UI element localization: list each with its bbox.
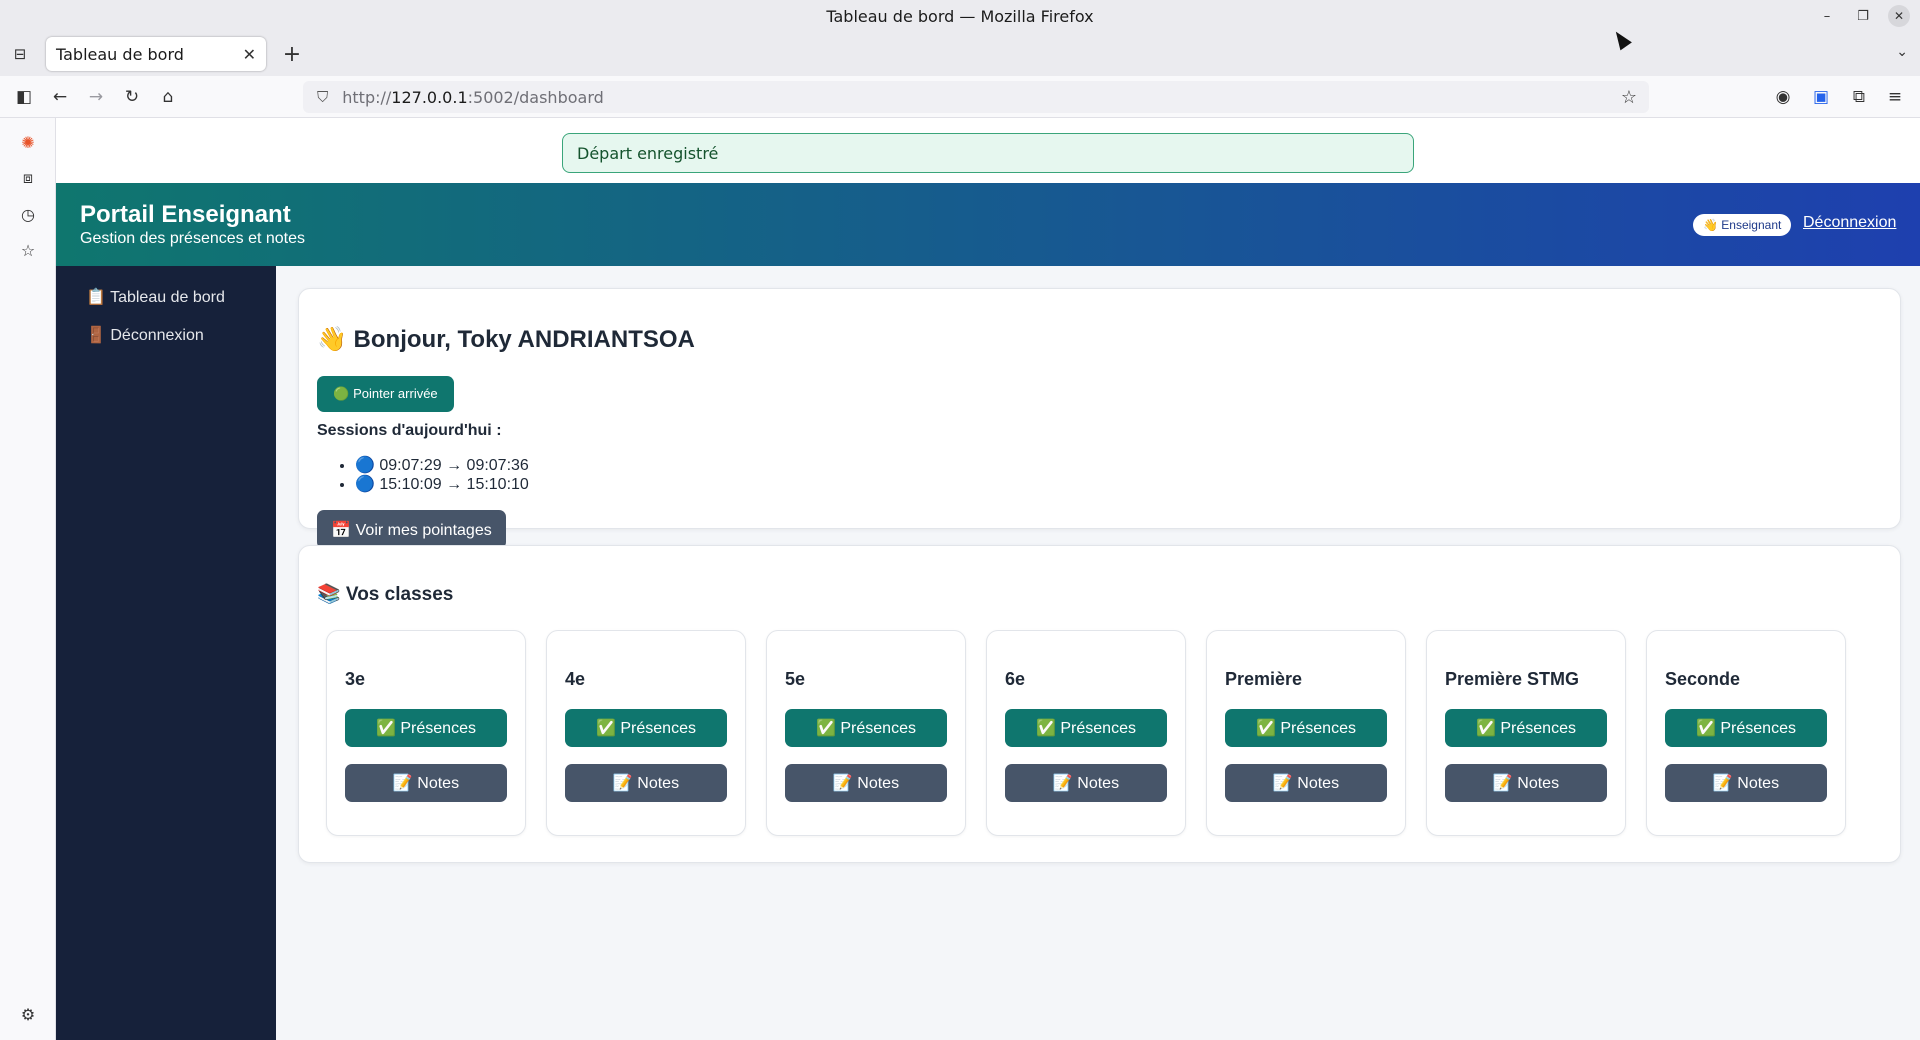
browser-sidebar: ✺ ⧈ ◷ ☆ ⚙ xyxy=(0,118,56,1040)
class-name: Seconde xyxy=(1665,669,1741,689)
list-item: 🔵 15:10:09 → 15:10:10 xyxy=(355,474,529,493)
presences-button[interactable]: ✅ Présences xyxy=(565,709,727,747)
class-name: 6e xyxy=(1005,669,1026,689)
class-card-seconde: Seconde ✅ Présences 📝 Notes xyxy=(1646,630,1846,836)
tab-title: Tableau de bord xyxy=(56,44,184,64)
presences-button[interactable]: ✅ Présences xyxy=(1445,709,1607,747)
presences-button[interactable]: ✅ Présences xyxy=(1005,709,1167,747)
presences-button[interactable]: ✅ Présences xyxy=(1225,709,1387,747)
class-name: 5e xyxy=(785,669,806,689)
browser-tab[interactable]: Tableau de bord ✕ xyxy=(46,37,266,71)
class-name: Première STMG xyxy=(1445,669,1580,689)
url-host: 127.0.0.1 xyxy=(391,87,468,107)
sidebar-item-label: 📋 Tableau de bord xyxy=(86,289,225,306)
class-card-3e: 3e ✅ Présences 📝 Notes xyxy=(326,630,526,836)
side-nav: 📋 Tableau de bord 🚪 Déconnexion xyxy=(56,266,276,1040)
view-punches-button[interactable]: 📅 Voir mes pointages xyxy=(317,510,506,549)
shield-icon[interactable]: ⛉ xyxy=(317,88,328,106)
flash-area: Départ enregistré xyxy=(56,118,1920,183)
app-subtitle: Gestion des présences et notes xyxy=(80,230,306,247)
new-tab-icon[interactable]: + xyxy=(280,42,304,67)
class-card-premiere-stmg: Première STMG ✅ Présences 📝 Notes xyxy=(1426,630,1626,836)
class-card-5e: 5e ✅ Présences 📝 Notes xyxy=(766,630,966,836)
forward-icon[interactable]: → xyxy=(84,85,108,109)
chevron-down-icon[interactable]: ⌄ xyxy=(1896,44,1908,60)
presences-button[interactable]: ✅ Présences xyxy=(785,709,947,747)
tab-list-icon[interactable]: ⊟ xyxy=(10,44,30,64)
bookmark-star-icon[interactable]: ☆ xyxy=(1621,87,1637,108)
notes-button[interactable]: 📝 Notes xyxy=(1665,764,1827,802)
notes-button[interactable]: 📝 Notes xyxy=(1445,764,1607,802)
extensions-puzzle-icon[interactable]: ⧉ xyxy=(1847,85,1871,109)
tab-close-icon[interactable]: ✕ xyxy=(243,45,256,64)
sidebar-item-label: 🚪 Déconnexion xyxy=(86,327,204,344)
flash-text: Départ enregistré xyxy=(577,143,719,163)
window-title: Tableau de bord — Mozilla Firefox xyxy=(826,6,1094,26)
notes-button[interactable]: 📝 Notes xyxy=(565,764,727,802)
class-card-premiere: Première ✅ Présences 📝 Notes xyxy=(1206,630,1406,836)
synced-tabs-icon[interactable]: ⧈ xyxy=(16,166,40,190)
window-titlebar: Tableau de bord — Mozilla Firefox – ❐ ✕ xyxy=(0,0,1920,32)
sidebar-item-dashboard[interactable]: 📋 Tableau de bord xyxy=(86,282,225,312)
home-icon[interactable]: ⌂ xyxy=(156,85,180,109)
menu-icon[interactable]: ≡ xyxy=(1883,85,1907,109)
class-name: 4e xyxy=(565,669,586,689)
class-name: Première xyxy=(1225,669,1303,689)
class-name: 3e xyxy=(345,669,366,689)
sidebar-item-logout[interactable]: 🚪 Déconnexion xyxy=(86,320,204,350)
greeting: 👋 Bonjour, Toky ANDRIANTSOA xyxy=(317,326,695,353)
sidebar-toggle-icon[interactable]: ◧ xyxy=(12,85,36,109)
notes-button[interactable]: 📝 Notes xyxy=(1005,764,1167,802)
settings-gear-icon[interactable]: ⚙ xyxy=(16,1002,40,1026)
class-card-4e: 4e ✅ Présences 📝 Notes xyxy=(546,630,746,836)
url-path: :5002/dashboard xyxy=(467,87,604,107)
welcome-card: 👋 Bonjour, Toky ANDRIANTSOA 🟢 Pointer ar… xyxy=(298,288,1901,549)
class-card-6e: 6e ✅ Présences 📝 Notes xyxy=(986,630,1186,836)
classes-card: 📚 Vos classes 3e ✅ Présences 📝 Notes 4e … xyxy=(298,545,1901,863)
history-icon[interactable]: ◷ xyxy=(16,202,40,226)
page-content: Départ enregistré Portail Enseignant Ges… xyxy=(56,118,1920,1040)
maximize-icon[interactable]: ❐ xyxy=(1852,5,1874,27)
reload-icon[interactable]: ↻ xyxy=(120,85,144,109)
presences-button[interactable]: ✅ Présences xyxy=(345,709,507,747)
notes-button[interactable]: 📝 Notes xyxy=(785,764,947,802)
navigation-bar: ◧ ← → ↻ ⌂ ⛉ http://127.0.0.1:5002/dashbo… xyxy=(0,76,1920,118)
sessions-list: 🔵 09:07:29 → 09:07:36 🔵 15:10:09 → 15:10… xyxy=(355,455,529,493)
extension-icon[interactable]: ▣ xyxy=(1809,85,1833,109)
window-controls: – ❐ ✕ xyxy=(1816,0,1910,32)
bookmarks-icon[interactable]: ☆ xyxy=(16,238,40,262)
list-item: 🔵 09:07:29 → 09:07:36 xyxy=(355,455,529,474)
tab-bar: ⊟ Tableau de bord ✕ + ⌄ xyxy=(0,32,1920,76)
presences-button[interactable]: ✅ Présences xyxy=(1665,709,1827,747)
header-logout-link[interactable]: Déconnexion xyxy=(1803,214,1896,232)
ai-chat-icon[interactable]: ✺ xyxy=(16,130,40,154)
close-window-icon[interactable]: ✕ xyxy=(1888,5,1910,27)
notes-button[interactable]: 📝 Notes xyxy=(345,764,507,802)
url-prefix: http:// xyxy=(342,87,392,107)
account-icon[interactable]: ◉ xyxy=(1771,85,1795,109)
minimize-icon[interactable]: – xyxy=(1816,5,1838,27)
app-title: Portail Enseignant xyxy=(80,201,291,228)
classes-title: 📚 Vos classes xyxy=(317,584,454,605)
url-bar[interactable]: ⛉ http://127.0.0.1:5002/dashboard ☆ xyxy=(303,81,1649,113)
sessions-label: Sessions d'aujourd'hui : xyxy=(317,422,502,439)
page-header: Portail Enseignant Gestion des présences… xyxy=(56,183,1920,266)
flash-message: Départ enregistré xyxy=(562,133,1414,173)
notes-button[interactable]: 📝 Notes xyxy=(1225,764,1387,802)
punch-in-button[interactable]: 🟢 Pointer arrivée xyxy=(317,376,454,412)
back-icon[interactable]: ← xyxy=(48,85,72,109)
role-badge: 👋 Enseignant xyxy=(1693,214,1792,236)
